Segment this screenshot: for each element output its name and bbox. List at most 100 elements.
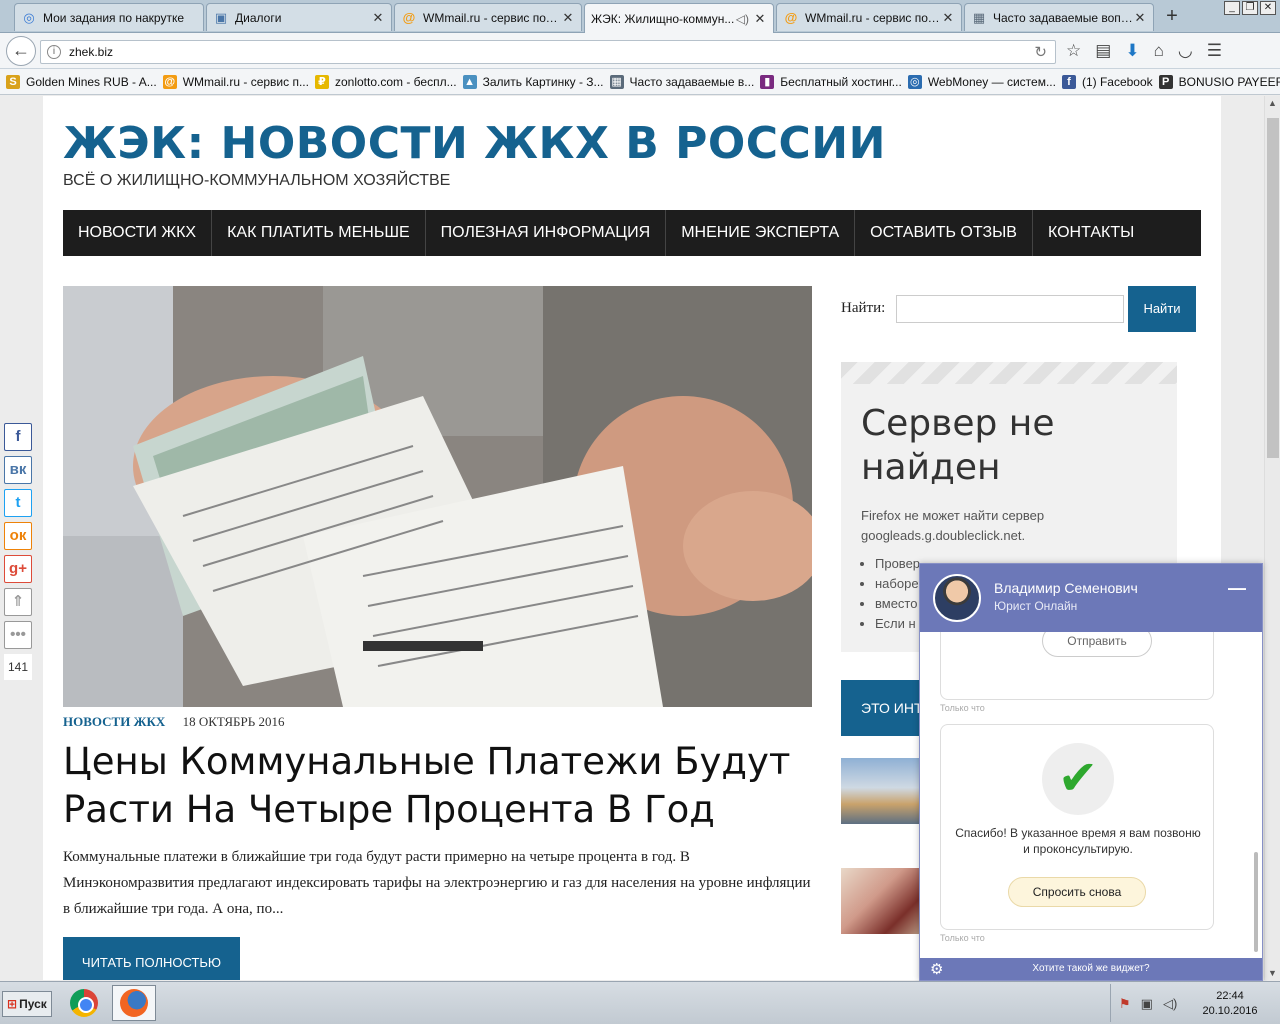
system-tray: ⚑ ▣ ◁) 22:44 20.10.2016 [1110, 984, 1278, 1022]
scroll-up-icon[interactable]: ⇑ [4, 588, 32, 616]
bookmark-icon: P [1158, 74, 1173, 89]
tab-3[interactable]: @ WMmail.ru - сервис почт... ✕ [394, 3, 582, 31]
close-tab-icon[interactable]: ✕ [561, 10, 575, 26]
bookmark-label: Golden Mines RUB - A... [26, 74, 157, 89]
twitter-icon[interactable]: t [4, 489, 32, 517]
back-button[interactable]: ← [6, 36, 36, 66]
chat-message-card: Отправить [940, 632, 1214, 700]
more-icon[interactable]: ••• [4, 621, 32, 649]
minimize-icon[interactable]: _ [1224, 1, 1240, 15]
site-info-icon[interactable]: i [47, 45, 61, 59]
taskbar-firefox[interactable] [112, 985, 156, 1021]
new-tab-button[interactable]: + [1160, 5, 1184, 29]
nav-useful-info[interactable]: ПОЛЕЗНАЯ ИНФОРМАЦИЯ [426, 210, 667, 256]
tab-strip: ◎ Мои задания по накрутке ▣ Диалоги ✕ @ … [0, 0, 1280, 33]
start-label: Пуск [19, 997, 47, 1011]
nav-leave-review[interactable]: ОСТАВИТЬ ОТЗЫВ [855, 210, 1033, 256]
bookmarks-bar: S Golden Mines RUB - A... @ WMmail.ru - сер… [0, 69, 1280, 95]
bookmark-item[interactable]: P BONUSIO PAYEER BO... [1158, 74, 1280, 89]
close-window-icon[interactable]: ✕ [1260, 1, 1276, 15]
send-button[interactable]: Отправить [1042, 632, 1152, 657]
nav-contacts[interactable]: КОНТАКТЫ [1033, 210, 1149, 256]
share-sidebar: f вк t ок g+ ⇑ ••• 141 [4, 423, 34, 680]
home-icon[interactable]: ⌂ [1154, 41, 1164, 61]
widget-promo-link[interactable]: Хотите такой же виджет? [920, 963, 1262, 974]
google-plus-icon[interactable]: g+ [4, 555, 32, 583]
search-button[interactable]: Найти [1128, 286, 1196, 332]
page-scrollbar[interactable]: ▲ ▼ [1264, 96, 1280, 980]
facebook-icon[interactable]: f [4, 423, 32, 451]
tab-6[interactable]: ▦ Часто задаваемые вопр... ✕ [964, 3, 1154, 31]
odnoklassniki-icon[interactable]: ок [4, 522, 32, 550]
url-text: zhek.biz [69, 45, 114, 59]
firefox-icon [120, 989, 148, 1017]
windows-logo-icon: ⊞ [7, 997, 18, 1011]
network-error-icon[interactable]: ⚑ [1119, 996, 1131, 1012]
tab-5[interactable]: @ WMmail.ru - сервис почт... ✕ [776, 3, 962, 31]
reload-icon[interactable]: ↻ [1034, 43, 1047, 61]
chat-footer: ⚙ Хотите такой же виджет? [920, 958, 1262, 980]
bookmark-item[interactable]: ₽ zonlotto.com - беспл... [314, 74, 457, 89]
search-input[interactable] [896, 295, 1124, 323]
bookmark-item[interactable]: @ WMmail.ru - сервис п... [162, 74, 309, 89]
close-tab-icon[interactable]: ✕ [753, 11, 767, 27]
nav-toolbar: ← i zhek.biz ↻ ☆ ▤ ⬇ ⌂ ◡ ☰ [0, 33, 1280, 69]
tab-title: Часто задаваемые вопр... [993, 10, 1133, 25]
post-date: 18 ОКТЯБРЬ 2016 [182, 714, 285, 729]
read-more-button[interactable]: ЧИТАТЬ ПОЛНОСТЬЮ [63, 937, 240, 980]
download-icon[interactable]: ⬇ [1125, 41, 1139, 61]
bookmark-item[interactable]: ▮ Бесплатный хостинг... [760, 74, 902, 89]
error-title: Сервер не найден [861, 403, 1055, 488]
ask-again-button[interactable]: Спросить снова [1008, 877, 1146, 907]
nav-pay-less[interactable]: КАК ПЛАТИТЬ МЕНЬШЕ [212, 210, 426, 256]
scrollbar-thumb[interactable] [1267, 118, 1279, 458]
related-post-thumbnail[interactable] [841, 868, 931, 934]
bookmark-star-icon[interactable]: ☆ [1066, 41, 1081, 61]
tab-2[interactable]: ▣ Диалоги ✕ [206, 3, 392, 31]
address-bar[interactable]: i zhek.biz ↻ [40, 40, 1056, 64]
agent-role: Юрист Онлайн [994, 599, 1078, 613]
restore-icon[interactable]: ❐ [1242, 1, 1258, 15]
tab-title: Мои задания по накрутке [43, 10, 185, 25]
site-title[interactable]: ЖЭК: НОВОСТИ ЖКХ В РОССИИ [63, 118, 886, 169]
speaker-icon[interactable]: ◁) [736, 12, 749, 26]
scroll-up-arrow-icon[interactable]: ▲ [1268, 98, 1277, 108]
agent-name: Владимир Семенович [994, 580, 1138, 596]
bookmark-item[interactable]: f (1) Facebook [1061, 74, 1153, 89]
post-title[interactable]: Цены Коммунальные Платежи Будут Расти На… [63, 738, 823, 834]
menu-icon[interactable]: ☰ [1207, 41, 1222, 61]
close-tab-icon[interactable]: ✕ [941, 10, 955, 26]
tab-1[interactable]: ◎ Мои задания по накрутке [14, 3, 204, 31]
minimize-chat-icon[interactable]: — [1228, 578, 1246, 599]
tray-icons: ⚑ ▣ ◁) [1119, 996, 1177, 1012]
bookmark-item[interactable]: S Golden Mines RUB - A... [6, 74, 157, 89]
bookmark-label: WebMoney — систем... [927, 74, 1056, 89]
nav-news[interactable]: НОВОСТИ ЖКХ [63, 210, 213, 256]
hero-image[interactable] [63, 286, 812, 707]
clock[interactable]: 22:44 20.10.2016 [1197, 989, 1263, 1019]
reading-list-icon[interactable]: ▤ [1095, 41, 1111, 61]
post-category[interactable]: НОВОСТИ ЖКХ [63, 714, 165, 729]
bookmark-label: Часто задаваемые в... [629, 74, 755, 89]
tab-4-active[interactable]: ЖЭК: Жилищно-коммун... ◁) ✕ [584, 3, 774, 33]
post-meta: НОВОСТИ ЖКХ 18 ОКТЯБРЬ 2016 [63, 714, 284, 730]
chrome-icon [70, 989, 98, 1017]
nav-expert-opinion[interactable]: МНЕНИЕ ЭКСПЕРТА [666, 210, 856, 256]
wmmail-icon: @ [784, 10, 798, 25]
close-tab-icon[interactable]: ✕ [371, 10, 385, 26]
vk-icon[interactable]: вк [4, 456, 32, 484]
close-tab-icon[interactable]: ✕ [1133, 10, 1147, 26]
taskbar-chrome[interactable] [62, 985, 106, 1021]
bookmark-item[interactable]: ▦ Часто задаваемые в... [609, 74, 755, 89]
related-post-thumbnail[interactable] [841, 758, 931, 824]
bookmark-item[interactable]: ◎ WebMoney — систем... [907, 74, 1056, 89]
start-button[interactable]: ⊞ Пуск [2, 991, 52, 1017]
keyboard-icon[interactable]: ▣ [1141, 996, 1153, 1012]
checkmark-icon: ✔ [1042, 743, 1114, 815]
volume-icon[interactable]: ◁) [1163, 996, 1177, 1012]
chat-scrollbar[interactable] [1254, 852, 1258, 952]
vk-icon: ▣ [214, 9, 228, 25]
scroll-down-arrow-icon[interactable]: ▼ [1268, 968, 1277, 978]
bookmark-item[interactable]: ▲ Залить Картинку - З... [462, 74, 604, 89]
pocket-icon[interactable]: ◡ [1178, 41, 1193, 61]
